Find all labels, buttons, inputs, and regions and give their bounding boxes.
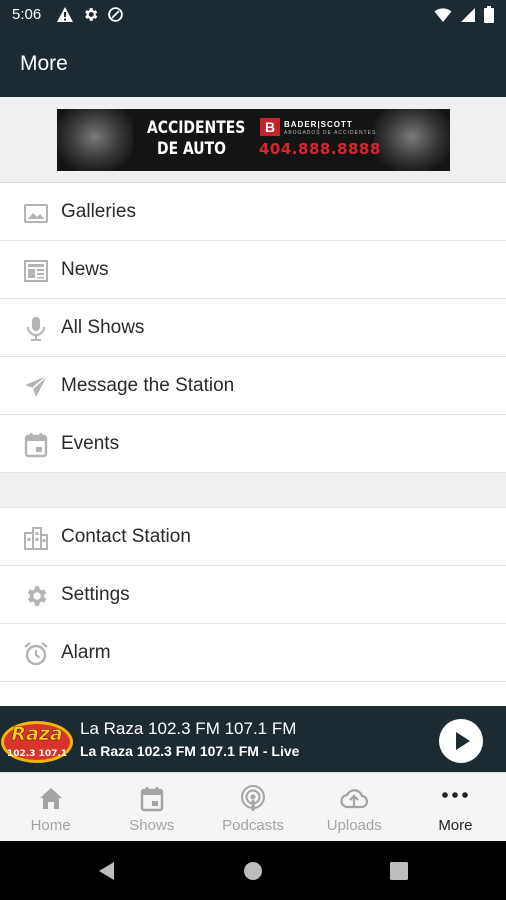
menu-item-label: News <box>61 259 109 280</box>
menu-item-contact-station[interactable]: Contact Station <box>0 508 506 566</box>
home-icon <box>39 788 62 809</box>
gear-icon <box>27 586 47 606</box>
battery-icon <box>484 6 494 23</box>
nav-home[interactable]: Home <box>0 773 101 841</box>
page-title: More <box>20 52 68 75</box>
station-logo: Raza 102.3 107.1 <box>1 721 73 763</box>
home-circle-icon[interactable] <box>242 860 264 882</box>
menu-item-alarm[interactable]: Alarm <box>0 624 506 682</box>
system-navigation-bar <box>0 841 506 900</box>
calendar-icon <box>24 433 48 458</box>
nav-label: Home <box>30 817 71 834</box>
station-logo-text: Raza <box>11 723 62 745</box>
app-bar: More <box>0 30 506 97</box>
play-button[interactable] <box>439 719 483 763</box>
newspaper-icon <box>24 260 48 282</box>
menu-item-label: Message the Station <box>61 375 235 396</box>
signal-icon <box>461 7 475 22</box>
data-saver-icon <box>108 7 123 22</box>
more-menu: Galleries News All Shows Message the Sta… <box>0 183 506 740</box>
nav-shows[interactable]: Shows <box>101 773 202 841</box>
calendar-icon <box>140 787 163 812</box>
building-icon <box>24 527 48 550</box>
nav-uploads[interactable]: Uploads <box>304 773 405 841</box>
microphone-icon <box>27 317 45 341</box>
menu-item-events[interactable]: Events <box>0 415 506 473</box>
ad-photo-left <box>57 109 133 171</box>
menu-item-message-station[interactable]: Message the Station <box>0 357 506 415</box>
nav-more[interactable]: More <box>405 773 506 841</box>
ad-phone: 404.888.8888 <box>259 140 381 158</box>
more-dots-icon <box>442 792 469 798</box>
recents-icon[interactable] <box>388 860 410 882</box>
nav-label: More <box>438 817 473 834</box>
menu-item-label: Events <box>61 433 120 454</box>
nav-label: Uploads <box>326 817 382 834</box>
ad-banner[interactable]: ACCIDENTES DE AUTO B BADER|SCOTT ABOGADO… <box>57 109 450 171</box>
now-playing-bar[interactable]: Raza 102.3 107.1 La Raza 102.3 FM 107.1 … <box>0 706 506 772</box>
nav-podcasts[interactable]: Podcasts <box>202 773 303 841</box>
bottom-navigation: Home Shows Podcasts Uploads More <box>0 772 506 841</box>
ad-brand: BADER|SCOTT <box>284 120 353 129</box>
image-icon <box>24 204 48 223</box>
back-icon[interactable] <box>96 860 118 882</box>
ad-headline: ACCIDENTES <box>147 118 246 138</box>
send-icon <box>25 375 48 397</box>
ad-headline-2: DE AUTO <box>157 139 226 159</box>
menu-item-galleries[interactable]: Galleries <box>0 183 506 241</box>
podcast-icon <box>241 785 265 811</box>
menu-item-all-shows[interactable]: All Shows <box>0 299 506 357</box>
station-logo-freq: 102.3 107.1 <box>7 749 67 759</box>
menu-item-label: All Shows <box>61 317 145 338</box>
menu-item-label: Alarm <box>61 642 111 663</box>
gear-icon <box>85 8 98 21</box>
menu-item-label: Galleries <box>61 201 136 222</box>
menu-item-label: Contact Station <box>61 526 191 547</box>
wifi-icon <box>434 7 452 22</box>
ad-logo: B <box>260 118 280 136</box>
now-playing-title: La Raza 102.3 FM 107.1 FM <box>80 719 297 738</box>
now-playing-subtitle: La Raza 102.3 FM 107.1 FM - Live <box>80 743 300 759</box>
cloud-upload-icon <box>340 789 369 809</box>
menu-item-news[interactable]: News <box>0 241 506 299</box>
nav-label: Shows <box>129 817 175 834</box>
menu-item-settings[interactable]: Settings <box>0 566 506 624</box>
status-time: 5:06 <box>12 6 42 23</box>
alarm-icon <box>24 642 48 666</box>
play-icon <box>456 732 470 750</box>
menu-item-label: Settings <box>61 584 130 605</box>
alert-icon <box>57 7 73 22</box>
ad-brand-sub: ABOGADOS DE ACCIDENTES <box>284 130 377 136</box>
nav-label: Podcasts <box>222 817 284 834</box>
ad-container: ACCIDENTES DE AUTO B BADER|SCOTT ABOGADO… <box>0 97 506 183</box>
ad-photo-right <box>374 109 450 171</box>
menu-section-divider <box>0 473 506 508</box>
status-bar: 5:06 <box>0 0 506 30</box>
